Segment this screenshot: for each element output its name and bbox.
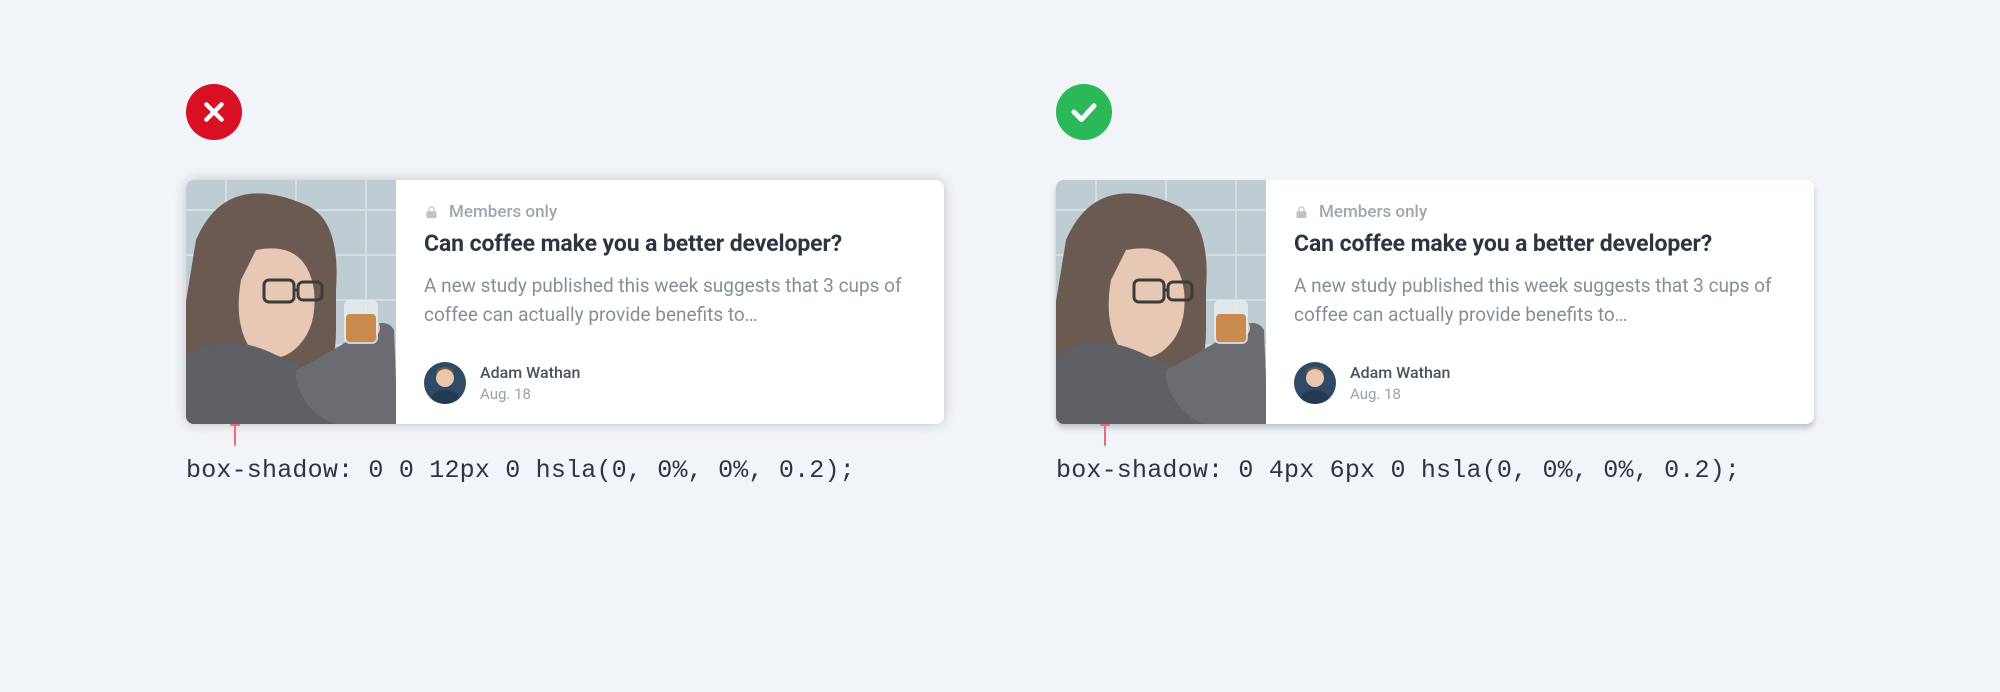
example-do: Members only Can coffee make you a bette… xyxy=(1056,84,1814,485)
annotation-pointer-icon xyxy=(234,424,236,446)
members-label: Members only xyxy=(449,202,557,222)
card-excerpt: A new study published this week suggests… xyxy=(1294,271,1786,330)
members-badge: Members only xyxy=(1294,202,1786,222)
card-excerpt: A new study published this week suggests… xyxy=(424,271,916,330)
article-card: Members only Can coffee make you a bette… xyxy=(186,180,944,424)
card-meta: Adam Wathan Aug. 18 xyxy=(424,354,916,404)
check-icon xyxy=(1069,97,1099,127)
status-badge-dont xyxy=(186,84,242,140)
card-body: Members only Can coffee make you a bette… xyxy=(396,180,944,424)
card-title: Can coffee make you a better developer? xyxy=(424,230,916,257)
members-label: Members only xyxy=(1319,202,1427,222)
status-badge-do xyxy=(1056,84,1112,140)
card-thumbnail xyxy=(1056,180,1266,424)
members-badge: Members only xyxy=(424,202,916,222)
annotation-pointer-icon xyxy=(1104,424,1106,446)
publish-date: Aug. 18 xyxy=(480,385,580,403)
code-snippet: box-shadow: 0 0 12px 0 hsla(0, 0%, 0%, 0… xyxy=(186,456,855,485)
publish-date: Aug. 18 xyxy=(1350,385,1450,403)
lock-icon xyxy=(424,204,439,221)
author-name: Adam Wathan xyxy=(480,363,580,382)
example-dont: Members only Can coffee make you a bette… xyxy=(186,84,944,485)
card-thumbnail xyxy=(186,180,396,424)
author-avatar xyxy=(424,362,466,404)
author-name: Adam Wathan xyxy=(1350,363,1450,382)
author-avatar xyxy=(1294,362,1336,404)
cross-icon xyxy=(201,99,227,125)
card-title: Can coffee make you a better developer? xyxy=(1294,230,1786,257)
card-meta: Adam Wathan Aug. 18 xyxy=(1294,354,1786,404)
card-body: Members only Can coffee make you a bette… xyxy=(1266,180,1814,424)
article-card: Members only Can coffee make you a bette… xyxy=(1056,180,1814,424)
code-snippet: box-shadow: 0 4px 6px 0 hsla(0, 0%, 0%, … xyxy=(1056,456,1740,485)
lock-icon xyxy=(1294,204,1309,221)
